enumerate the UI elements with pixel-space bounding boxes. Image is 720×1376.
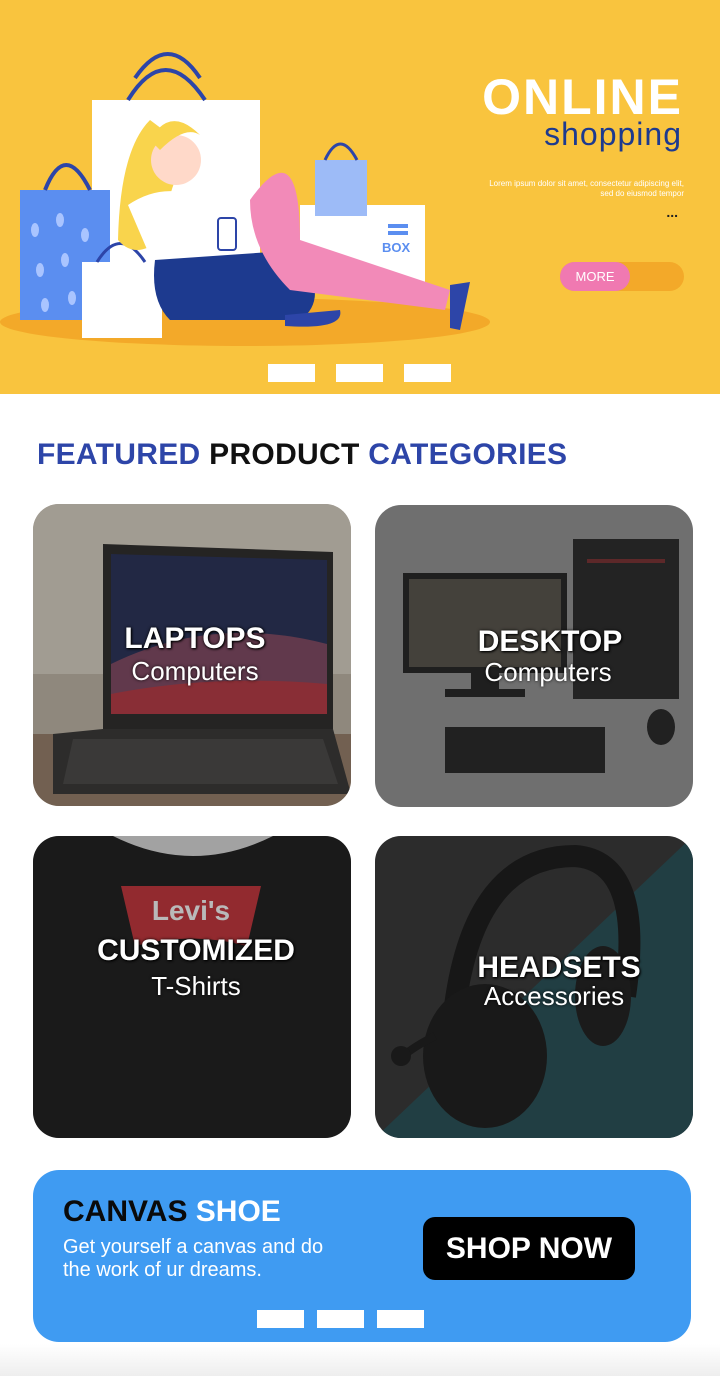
category-subtitle: Accessories <box>483 981 625 1011</box>
promo-slide-dot-3[interactable] <box>377 1310 424 1328</box>
category-subtitle: Computers <box>484 657 612 687</box>
svg-text:BOX: BOX <box>382 240 411 255</box>
more-button-label: MORE <box>560 262 630 291</box>
hero-slide-dot-1[interactable] <box>268 364 315 382</box>
hero-subtitle: shopping <box>544 116 682 152</box>
category-title: CUSTOMIZED <box>97 934 295 967</box>
category-card-desktop[interactable]: DESKTOP Computers <box>375 505 693 807</box>
hero-slider-indicators <box>268 364 451 382</box>
hero-title: ONLINE <box>482 69 683 125</box>
category-card-tshirts[interactable]: Levi's CUSTOMIZED T-Shirts <box>33 836 351 1138</box>
hero-description: Lorem ipsum dolor sit amet, consectetur … <box>489 179 684 198</box>
heading-word-featured: FEATURED <box>37 438 201 471</box>
promo-slide-dot-2[interactable] <box>317 1310 364 1328</box>
more-button[interactable]: MORE <box>560 262 684 291</box>
category-subtitle: T-Shirts <box>151 971 241 1001</box>
promo-slider-indicators <box>257 1310 424 1328</box>
promo-slide-dot-1[interactable] <box>257 1310 304 1328</box>
category-title: LAPTOPS <box>124 622 266 655</box>
hero-banner: BOX ONLINE shopping Lorem ipsum dolor si… <box>0 0 720 394</box>
shopping-illustration: BOX <box>0 52 490 346</box>
canvas-shoe-promo-banner: CANVAS SHOE Get yourself a canvas and do… <box>33 1170 691 1342</box>
page-bottom-fade <box>0 1344 720 1376</box>
promo-title-part1: CANVAS <box>63 1195 188 1228</box>
heading-word-product: PRODUCT <box>209 438 360 471</box>
hero-slide-dot-2[interactable] <box>336 364 383 382</box>
hero-ellipsis: ... <box>666 204 678 220</box>
category-card-headsets[interactable]: HEADSETS Accessories <box>375 836 693 1138</box>
hero-slide-dot-3[interactable] <box>404 364 451 382</box>
promo-description: Get yourself a canvas and do the work of… <box>63 1236 324 1281</box>
featured-categories-heading: FEATURED PRODUCT CATEGORIES <box>37 438 567 472</box>
category-subtitle: Computers <box>131 656 259 686</box>
promo-title-part2: SHOE <box>195 1195 281 1228</box>
category-title: DESKTOP <box>477 625 623 658</box>
category-title: HEADSETS <box>477 951 641 984</box>
promo-title: CANVAS SHOE <box>63 1195 281 1229</box>
heading-word-categories: CATEGORIES <box>368 438 568 471</box>
shop-now-button[interactable]: SHOP NOW <box>423 1217 635 1280</box>
category-card-laptops[interactable]: LAPTOPS Computers <box>33 504 351 806</box>
